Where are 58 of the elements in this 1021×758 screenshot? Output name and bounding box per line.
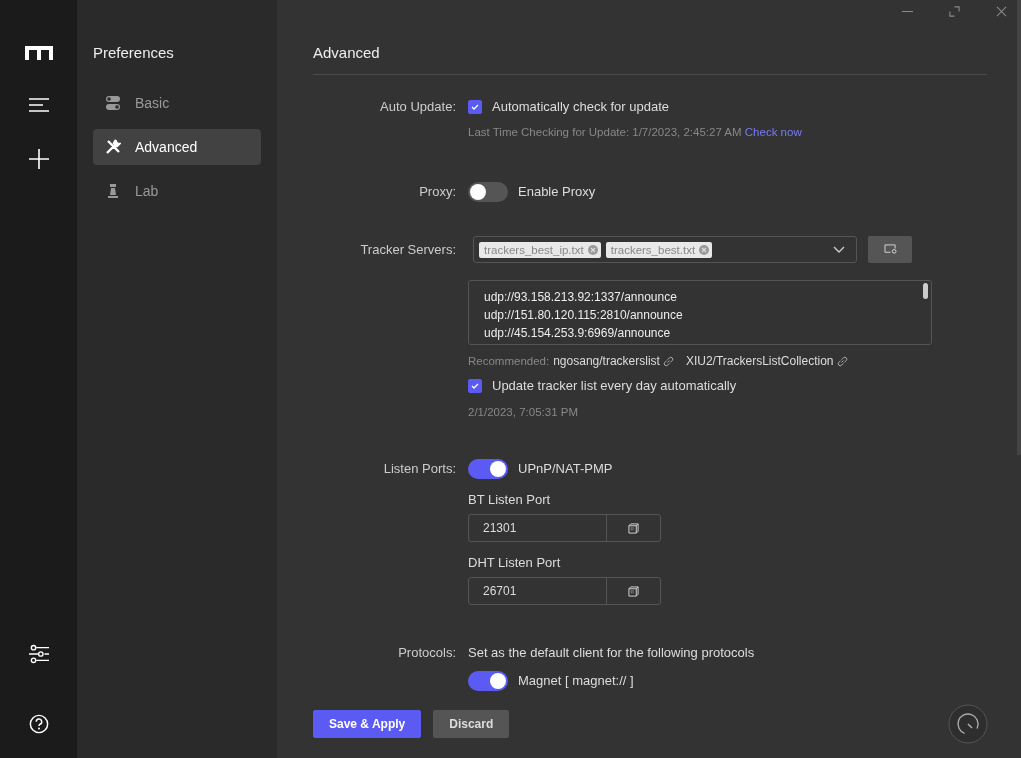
sync-button[interactable] [868,236,912,263]
protocols-description: Set as the default client for the following protocols [468,644,755,662]
field-label: Listen Ports: [382,460,456,478]
recommended-link[interactable]: ngosang/trackerslist [553,354,674,368]
link-icon [836,355,848,367]
field-label: Tracker Servers: [359,241,456,259]
check-icon [470,102,480,112]
maximize-icon[interactable] [949,6,960,17]
tracker-url: udp://45.154.253.9:6969/announce [484,325,672,342]
tracker-url: udp://151.80.120.115:2810/announce [484,307,684,324]
last-check-text: Last Time Checking for Update: 1/7/2023, 2:45:27 AM [468,126,742,138]
menu-icon[interactable] [28,95,49,115]
toggle-switch[interactable] [468,459,508,479]
chevron-down-icon [833,245,845,254]
check-icon [470,381,480,391]
add-icon[interactable] [28,149,49,169]
cube-icon [628,585,639,597]
chess-piece-icon [105,183,121,199]
checkbox-label: Automatically check for update [492,98,670,116]
sliders-icon[interactable] [28,644,49,664]
tracker-tag: trackers_best_ip.txt [479,241,601,258]
field-label: Protocols: [397,644,456,662]
last-update-text: 2/1/2023, 7:05:31 PM [468,406,579,418]
sync-icon [883,244,897,255]
toggle-switch[interactable] [468,671,508,691]
sidebar-item[interactable]: Advanced [93,129,261,165]
tracker-url: udp://93.158.213.92:1337/announce [484,289,678,306]
check-now-link[interactable]: Check now [744,126,802,138]
toggle-label: Enable Proxy [518,183,596,201]
field-label: Auto Update: [379,98,456,116]
cube-icon [628,522,639,534]
sidebar-title: Preferences [93,44,175,61]
port-label: BT Listen Port [468,492,552,508]
sidebar-item[interactable]: Basic [93,85,261,121]
field-label: Proxy: [418,183,456,201]
toggle-label: UPnP/NAT-PMP [518,460,613,478]
speedometer-icon[interactable] [948,704,988,744]
checkbox[interactable] [468,379,482,393]
toggle-label: Magnet [ magnet:// ] [518,672,634,690]
link-icon [662,355,674,367]
recommended-link[interactable]: XIU2/TrackersListCollection [685,354,848,368]
tracker-tag: trackers_best.txt [605,241,713,258]
tools-icon [105,139,121,155]
save-button[interactable]: Save & Apply [313,710,422,738]
scrollbar[interactable] [923,283,928,299]
page-title: Advanced [313,28,987,75]
recommended-label: Recommended: [468,355,550,367]
checkbox-label: Update tracker list every day automatically [492,377,737,395]
discard-button[interactable]: Discard [433,710,510,738]
tracker-list-field[interactable]: udp://93.158.213.92:1337/announce udp://151.80.120.115:2810/announce udp://45.154.253.9:6969/announce [468,280,932,345]
sidebar-item[interactable]: Lab [93,173,261,209]
checkbox[interactable] [468,100,482,114]
help-icon[interactable] [28,714,49,734]
toggles-icon [105,95,121,111]
toggle-switch[interactable] [468,182,508,202]
port-label: DHT Listen Port [468,555,562,571]
close-icon[interactable] [996,6,1007,17]
logo-icon [24,46,53,60]
